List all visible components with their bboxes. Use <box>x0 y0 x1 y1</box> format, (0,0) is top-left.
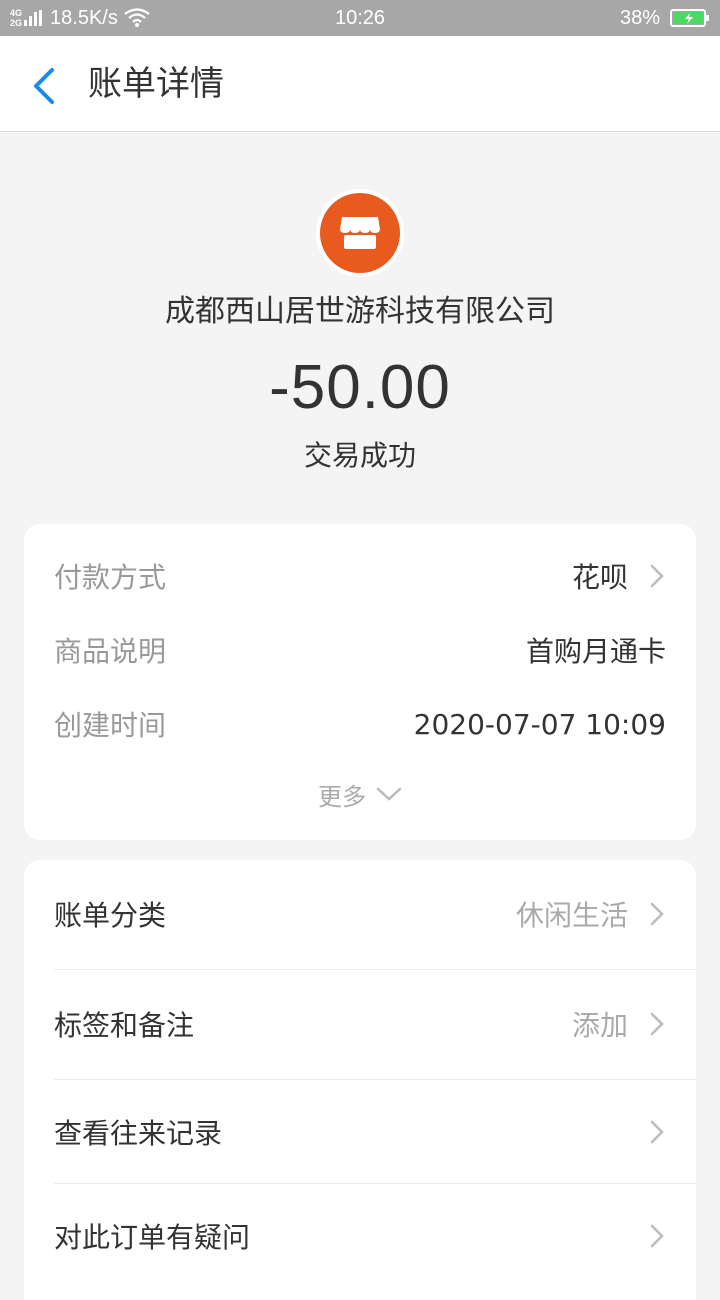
bill-category-value: 休闲生活 <box>515 899 628 932</box>
tags-notes-label: 标签和备注 <box>54 1009 195 1042</box>
order-question-row[interactable]: 对此订单有疑问 <box>54 1182 696 1290</box>
history-label: 查看往来记录 <box>54 1117 223 1150</box>
created-time-label: 创建时间 <box>54 709 167 742</box>
bill-category-row[interactable]: 账单分类 休闲生活 <box>54 860 696 968</box>
chevron-right-icon <box>650 1012 664 1036</box>
details-card: 付款方式 花呗 商品说明 首购月通卡 创建时间 2020-07-07 10:09… <box>24 524 696 840</box>
page-title: 账单详情 <box>88 64 224 104</box>
order-question-label: 对此订单有疑问 <box>54 1221 251 1254</box>
payment-method-label: 付款方式 <box>54 561 167 594</box>
merchant-name: 成都西山居世游科技有限公司 <box>165 294 555 329</box>
history-row[interactable]: 查看往来记录 <box>54 1078 696 1186</box>
actions-card: 账单分类 休闲生活 标签和备注 添加 查看往来记录 对此订单有疑问 <box>24 860 696 1300</box>
payment-method-row[interactable]: 付款方式 花呗 <box>54 556 666 596</box>
chevron-right-icon <box>650 1120 664 1144</box>
more-button[interactable]: 更多 <box>24 776 696 812</box>
created-time-row: 创建时间 2020-07-07 10:09 <box>54 704 666 744</box>
more-label: 更多 <box>318 782 366 811</box>
product-desc-row: 商品说明 首购月通卡 <box>54 630 666 670</box>
product-desc-label: 商品说明 <box>54 635 167 668</box>
merchant-avatar <box>316 189 404 277</box>
tags-notes-value: 添加 <box>571 1009 628 1042</box>
chevron-right-icon <box>650 1224 664 1248</box>
battery-percent: 38% <box>619 6 660 29</box>
tags-notes-row[interactable]: 标签和备注 添加 <box>54 970 696 1078</box>
chevron-right-icon <box>650 902 664 926</box>
status-bar: 4G 2G 18.5K/s 10:26 38% <box>0 0 720 36</box>
created-time-value: 2020-07-07 10:09 <box>413 707 666 741</box>
payment-method-value: 花呗 <box>571 561 628 594</box>
transaction-status: 交易成功 <box>303 439 416 472</box>
back-arrow-icon[interactable] <box>22 64 66 108</box>
shop-icon <box>320 193 400 273</box>
nav-bar: 账单详情 <box>0 36 720 132</box>
battery-icon <box>670 9 709 27</box>
bill-category-label: 账单分类 <box>54 899 167 932</box>
status-right: 38% <box>620 0 710 36</box>
product-desc-value: 首购月通卡 <box>525 635 666 668</box>
chevron-right-icon <box>650 564 664 588</box>
transaction-amount: -50.00 <box>269 353 451 422</box>
status-time: 10:26 <box>334 7 386 29</box>
chevron-down-icon <box>376 787 402 801</box>
